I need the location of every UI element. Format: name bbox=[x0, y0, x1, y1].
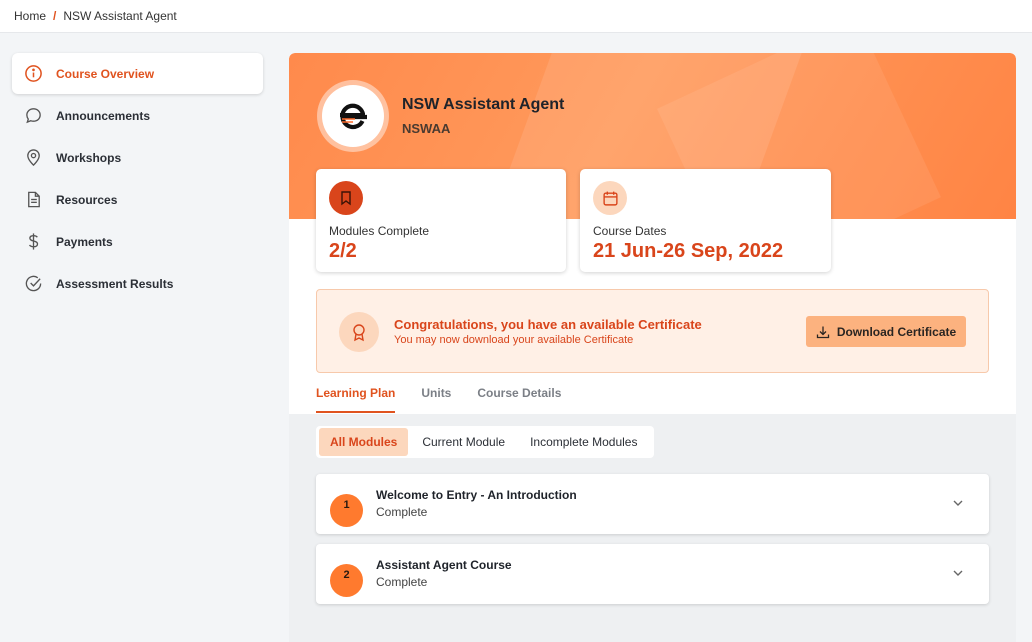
module-number-badge: 1 bbox=[330, 494, 363, 527]
course-dates-card: Course Dates 21 Jun-26 Sep, 2022 bbox=[580, 169, 831, 272]
tab-course-details[interactable]: Course Details bbox=[477, 386, 561, 413]
certificate-banner: Congratulations, you have an available C… bbox=[316, 289, 989, 373]
course-tabs: Learning Plan Units Course Details bbox=[316, 386, 587, 413]
module-title: Assistant Agent Course bbox=[376, 558, 512, 572]
breadcrumb: Home / NSW Assistant Agent bbox=[0, 0, 1032, 33]
sidebar-item-label: Payments bbox=[56, 234, 113, 249]
chat-bubble-icon bbox=[23, 106, 43, 126]
module-status: Complete bbox=[376, 575, 428, 589]
module-status: Complete bbox=[376, 505, 428, 519]
location-pin-icon bbox=[23, 148, 43, 168]
filter-incomplete-modules[interactable]: Incomplete Modules bbox=[519, 428, 648, 456]
module-row-2[interactable]: 2 Assistant Agent Course Complete bbox=[316, 544, 989, 604]
sidebar-item-label: Workshops bbox=[56, 150, 122, 165]
tab-units[interactable]: Units bbox=[421, 386, 451, 413]
breadcrumb-separator: / bbox=[53, 9, 57, 23]
download-certificate-button[interactable]: Download Certificate bbox=[806, 316, 966, 347]
course-title: NSW Assistant Agent bbox=[402, 96, 565, 113]
download-certificate-label: Download Certificate bbox=[836, 324, 957, 339]
download-icon bbox=[816, 326, 829, 338]
modules-complete-label: Modules Complete bbox=[329, 224, 430, 238]
course-logo bbox=[317, 80, 389, 152]
bookmark-icon bbox=[329, 181, 363, 215]
filter-all-modules[interactable]: All Modules bbox=[319, 428, 409, 456]
module-title: Welcome to Entry - An Introduction bbox=[376, 488, 577, 502]
breadcrumb-home-link[interactable]: Home bbox=[14, 9, 46, 23]
main-content: NSW Assistant Agent NSWAA Modules Comple… bbox=[289, 53, 1016, 642]
sidebar-item-workshops[interactable]: Workshops bbox=[12, 137, 263, 178]
course-dates-value: 21 Jun-26 Sep, 2022 bbox=[593, 240, 784, 262]
certificate-title: Congratulations, you have an available C… bbox=[394, 317, 702, 332]
entry-logo-icon bbox=[322, 85, 384, 147]
sidebar-item-resources[interactable]: Resources bbox=[12, 179, 263, 220]
calendar-icon bbox=[593, 181, 627, 215]
award-ribbon-icon bbox=[339, 312, 379, 352]
sidebar-item-label: Assessment Results bbox=[56, 276, 174, 291]
chevron-down-icon[interactable] bbox=[951, 566, 965, 580]
chevron-down-icon[interactable] bbox=[951, 496, 965, 510]
sidebar-item-assessment-results[interactable]: Assessment Results bbox=[12, 263, 263, 304]
info-circle-icon bbox=[23, 64, 43, 84]
sidebar-item-label: Announcements bbox=[56, 108, 151, 123]
sidebar: Course Overview Announcements Workshops … bbox=[12, 53, 263, 305]
modules-complete-card: Modules Complete 2/2 bbox=[316, 169, 566, 272]
certificate-subtitle: You may now download your available Cert… bbox=[394, 334, 634, 346]
module-number-badge: 2 bbox=[330, 564, 363, 597]
sidebar-item-course-overview[interactable]: Course Overview bbox=[12, 53, 263, 94]
modules-complete-value: 2/2 bbox=[329, 240, 357, 262]
course-dates-label: Course Dates bbox=[593, 224, 667, 238]
document-icon bbox=[23, 190, 43, 210]
course-code: NSWAA bbox=[402, 121, 451, 136]
breadcrumb-current: NSW Assistant Agent bbox=[63, 9, 177, 23]
sidebar-item-label: Resources bbox=[56, 192, 118, 207]
tab-learning-plan[interactable]: Learning Plan bbox=[316, 386, 396, 413]
dollar-icon bbox=[23, 232, 43, 252]
sidebar-item-payments[interactable]: Payments bbox=[12, 221, 263, 262]
sidebar-item-label: Course Overview bbox=[56, 66, 155, 81]
check-circle-icon bbox=[23, 274, 43, 294]
filter-current-module[interactable]: Current Module bbox=[411, 428, 516, 456]
module-filters: All Modules Current Module Incomplete Mo… bbox=[316, 426, 655, 458]
module-row-1[interactable]: 1 Welcome to Entry - An Introduction Com… bbox=[316, 474, 989, 534]
sidebar-item-announcements[interactable]: Announcements bbox=[12, 95, 263, 136]
